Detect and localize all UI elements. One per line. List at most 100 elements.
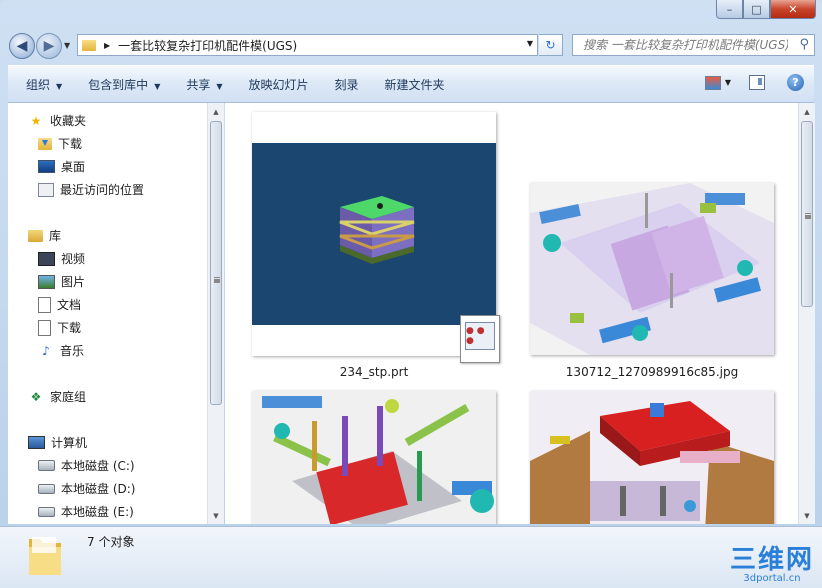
mold-photo-image: [530, 183, 774, 355]
library-icon: [28, 230, 43, 242]
recent-places-icon: [38, 183, 54, 197]
scroll-down-icon[interactable]: ▼: [208, 507, 224, 524]
sidebar-item-computer[interactable]: 计算机: [28, 434, 87, 451]
sidebar-item-label: 库: [49, 227, 61, 244]
folder-icon: [82, 40, 96, 51]
caption-buttons: – □ ✕: [716, 0, 816, 19]
file-list: ● ● ● 234_stp.prt: [225, 103, 798, 524]
search-box[interactable]: ⚲: [572, 34, 815, 56]
file-thumbnail-jpg[interactable]: [530, 183, 774, 355]
desktop-icon: [38, 160, 55, 173]
video-icon: [38, 252, 55, 266]
share-label: 共享: [186, 78, 210, 92]
sidebar-item-lib-downloads[interactable]: 下载: [38, 319, 81, 336]
navigation-row: ◀ ▶ ▼ ▶ 一套比较复杂打印机配件模(UGS) ▼ ↻ ⚲: [0, 30, 822, 60]
breadcrumb-current-folder[interactable]: 一套比较复杂打印机配件模(UGS): [118, 37, 297, 54]
new-folder-button[interactable]: 新建文件夹: [385, 76, 445, 93]
sidebar-item-label: 计算机: [51, 434, 87, 451]
share-menu[interactable]: 共享 ▼: [186, 76, 222, 93]
sidebar-item-music[interactable]: ♪ 音乐: [38, 342, 84, 359]
recent-pages-dropdown[interactable]: ▼: [64, 41, 70, 50]
sidebar-item-drive-d[interactable]: 本地磁盘 (D:): [38, 480, 135, 497]
help-icon[interactable]: ?: [787, 74, 804, 91]
chevron-down-icon: ▼: [154, 82, 160, 91]
sidebar-item-label: 桌面: [61, 158, 85, 175]
music-note-icon: ♪: [38, 343, 54, 359]
sidebar-item-documents[interactable]: 文档: [38, 296, 81, 313]
chevron-down-icon: ▼: [216, 82, 222, 91]
sidebar-item-pictures[interactable]: 图片: [38, 273, 85, 290]
refresh-button[interactable]: ↻: [539, 34, 563, 56]
sidebar-item-label: 本地磁盘 (C:): [61, 457, 135, 474]
view-dropdown-icon[interactable]: ▼: [725, 78, 731, 87]
sidebar-item-label: 本地磁盘 (D:): [61, 480, 135, 497]
sidebar-item-label: 下载: [57, 319, 81, 336]
folder-large-icon: [26, 533, 64, 577]
close-button[interactable]: ✕: [770, 0, 816, 19]
sidebar-item-downloads[interactable]: 下载: [38, 135, 82, 152]
scrollbar-thumb[interactable]: [210, 121, 222, 405]
scroll-up-icon[interactable]: ▲: [799, 103, 815, 120]
sidebar-item-label: 收藏夹: [50, 112, 86, 129]
item-count: 7 个对象: [87, 533, 134, 550]
sidebar-item-drive-c[interactable]: 本地磁盘 (C:): [38, 457, 135, 474]
arrow-left-icon: ◀: [17, 38, 28, 54]
sidebar-item-recent[interactable]: 最近访问的位置: [38, 181, 144, 198]
file-thumbnail-3[interactable]: [252, 391, 496, 524]
sidebar-item-videos[interactable]: 视频: [38, 250, 85, 267]
sidebar-item-label: 本地磁盘 (E:): [61, 503, 134, 520]
explorer-window: – □ ✕ ◀ ▶ ▼ ▶ 一套比较复杂打印机配件模(UGS) ▼ ↻ ⚲ 组织…: [0, 0, 822, 587]
back-button[interactable]: ◀: [9, 33, 35, 59]
search-input[interactable]: [581, 37, 790, 53]
star-icon: ★: [28, 113, 44, 129]
burn-button[interactable]: 刻录: [335, 76, 359, 93]
scroll-down-icon[interactable]: ▼: [799, 507, 815, 524]
system-drive-icon: [38, 460, 55, 471]
content-scrollbar[interactable]: ▲ ▼: [798, 103, 815, 524]
sidebar-item-label: 音乐: [60, 342, 84, 359]
address-bar[interactable]: ▶ 一套比较复杂打印机配件模(UGS) ▼: [77, 34, 538, 56]
search-icon[interactable]: ⚲: [799, 37, 809, 52]
sidebar-item-homegroup[interactable]: ❖家庭组: [28, 388, 86, 405]
details-pane: 7 个对象 三维网 3dportal.cn: [0, 526, 822, 588]
scrollbar-thumb[interactable]: [801, 121, 813, 307]
computer-icon: [28, 436, 45, 449]
pictures-icon: [38, 275, 55, 289]
watermark-logo: 三维网 3dportal.cn: [730, 547, 814, 585]
forward-button[interactable]: ▶: [36, 33, 62, 59]
file-thumbnail-4[interactable]: [530, 391, 774, 524]
maximize-button[interactable]: □: [743, 0, 770, 19]
mold-assembly-image: [252, 391, 496, 524]
file-name[interactable]: 234_stp.prt: [249, 365, 499, 379]
scroll-up-icon[interactable]: ▲: [208, 103, 224, 120]
sidebar-item-libraries[interactable]: 库: [28, 227, 61, 244]
refresh-icon: ↻: [545, 38, 555, 52]
document-icon: [38, 297, 51, 313]
command-bar: 组织 ▼ 包含到库中▼ 共享 ▼ 放映幻灯片 刻录 新建文件夹 ▼ ?: [8, 65, 814, 103]
slideshow-button[interactable]: 放映幻灯片: [249, 76, 309, 93]
sidebar-item-drive-e[interactable]: 本地磁盘 (E:): [38, 503, 134, 520]
sidebar-item-favorites[interactable]: ★ 收藏夹: [28, 112, 86, 129]
sidebar-item-label: 最近访问的位置: [60, 181, 144, 198]
grip-icon: [214, 277, 220, 279]
sidebar-item-label: 图片: [61, 273, 85, 290]
downloads-folder-icon: [38, 138, 52, 150]
mold-base-image: [530, 391, 774, 524]
organize-menu[interactable]: 组织 ▼: [26, 76, 62, 93]
preview-pane-icon[interactable]: [749, 75, 765, 90]
change-view-icon[interactable]: [705, 76, 721, 90]
sidebar-item-label: 下载: [58, 135, 82, 152]
sidebar-item-label: 文档: [57, 296, 81, 313]
sidebar-item-label: 视频: [61, 250, 85, 267]
file-name[interactable]: 130712_1270989916c85.jpg: [527, 365, 777, 379]
organize-label: 组织: [26, 78, 50, 92]
navigation-scrollbar[interactable]: ▲ ▼: [207, 103, 224, 524]
file-type-overlay-icon: ● ● ●: [460, 315, 500, 363]
chevron-down-icon: ▼: [56, 82, 62, 91]
breadcrumb-arrow-icon[interactable]: ▶: [104, 41, 110, 50]
address-dropdown-icon[interactable]: ▼: [527, 39, 533, 48]
drive-icon: [38, 484, 55, 494]
include-in-library-menu[interactable]: 包含到库中▼: [88, 76, 160, 93]
sidebar-item-desktop[interactable]: 桌面: [38, 158, 85, 175]
minimize-button[interactable]: –: [716, 0, 743, 19]
